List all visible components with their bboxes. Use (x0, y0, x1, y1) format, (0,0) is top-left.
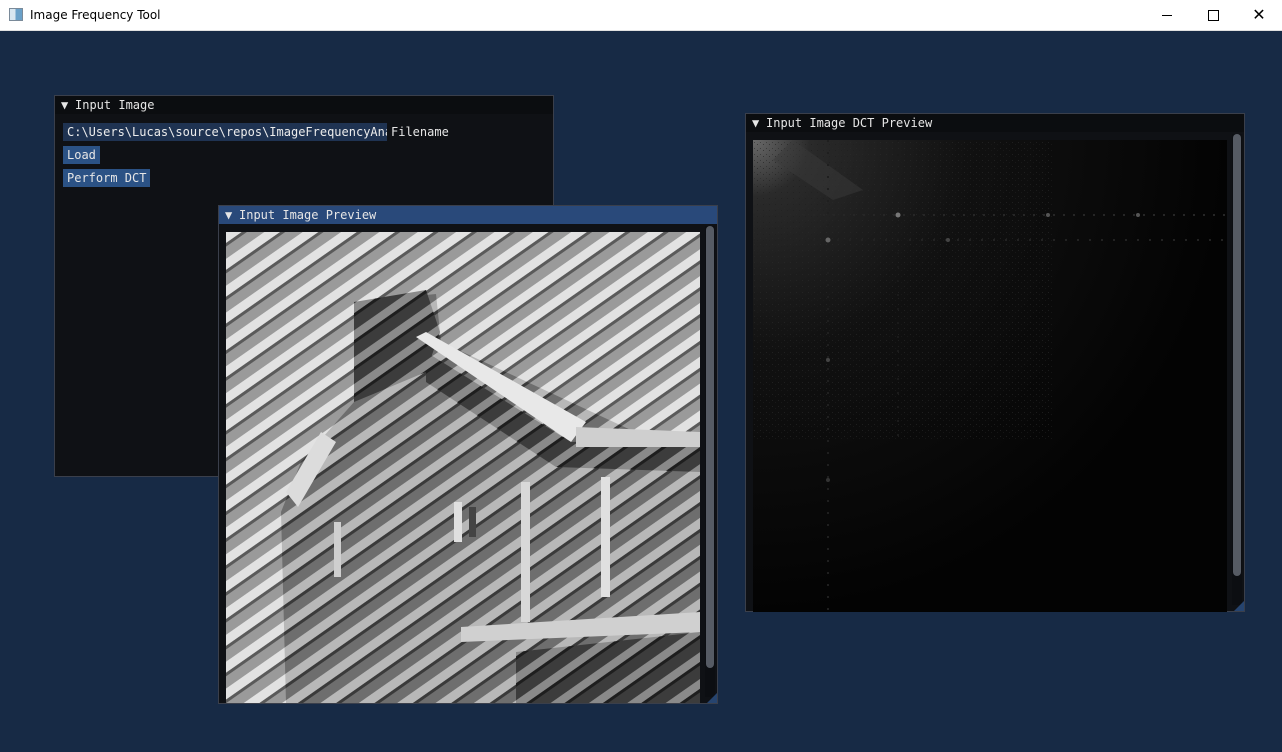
input-image-window-title: Input Image (75, 98, 155, 112)
input-image-preview-image (226, 232, 700, 703)
collapse-triangle-icon[interactable]: ▼ (61, 96, 75, 114)
resize-grip[interactable] (707, 693, 717, 703)
input-preview-scrollbar[interactable] (705, 226, 715, 697)
close-button[interactable]: ✕ (1236, 0, 1282, 30)
collapse-triangle-icon[interactable]: ▼ (752, 114, 766, 132)
collapse-triangle-icon[interactable]: ▼ (225, 206, 239, 224)
dct-preview-window-titlebar[interactable]: ▼ Input Image DCT Preview (746, 114, 1244, 132)
dct-preview-scroll-thumb[interactable] (1233, 134, 1241, 576)
window-title: Image Frequency Tool (30, 8, 161, 22)
input-image-preview-window: ▼ Input Image Preview (218, 205, 718, 704)
perform-dct-button[interactable]: Perform DCT (63, 169, 151, 187)
minimize-button[interactable] (1144, 0, 1190, 30)
maximize-button[interactable] (1190, 0, 1236, 30)
dct-preview-window-title: Input Image DCT Preview (766, 116, 933, 130)
app-icon (9, 8, 23, 21)
input-image-window-titlebar[interactable]: ▼ Input Image (55, 96, 553, 114)
input-image-preview-window-titlebar[interactable]: ▼ Input Image Preview (219, 206, 717, 224)
input-preview-scroll-thumb[interactable] (706, 226, 714, 668)
filename-input[interactable]: C:\Users\Lucas\source\repos\ImageFrequen… (63, 123, 387, 141)
input-image-preview-window-title: Input Image Preview (239, 208, 377, 222)
maximize-icon (1207, 9, 1219, 21)
minimize-icon (1162, 14, 1172, 16)
dct-preview-scrollbar[interactable] (1232, 134, 1242, 605)
filename-label: Filename (391, 125, 449, 139)
dct-spectrum-image (753, 140, 1227, 612)
title-bar: Image Frequency Tool ✕ (0, 0, 1282, 31)
dct-preview-window: ▼ Input Image DCT Preview (745, 113, 1245, 612)
resize-grip[interactable] (1234, 601, 1244, 611)
close-icon: ✕ (1252, 5, 1266, 24)
load-button[interactable]: Load (63, 146, 100, 164)
